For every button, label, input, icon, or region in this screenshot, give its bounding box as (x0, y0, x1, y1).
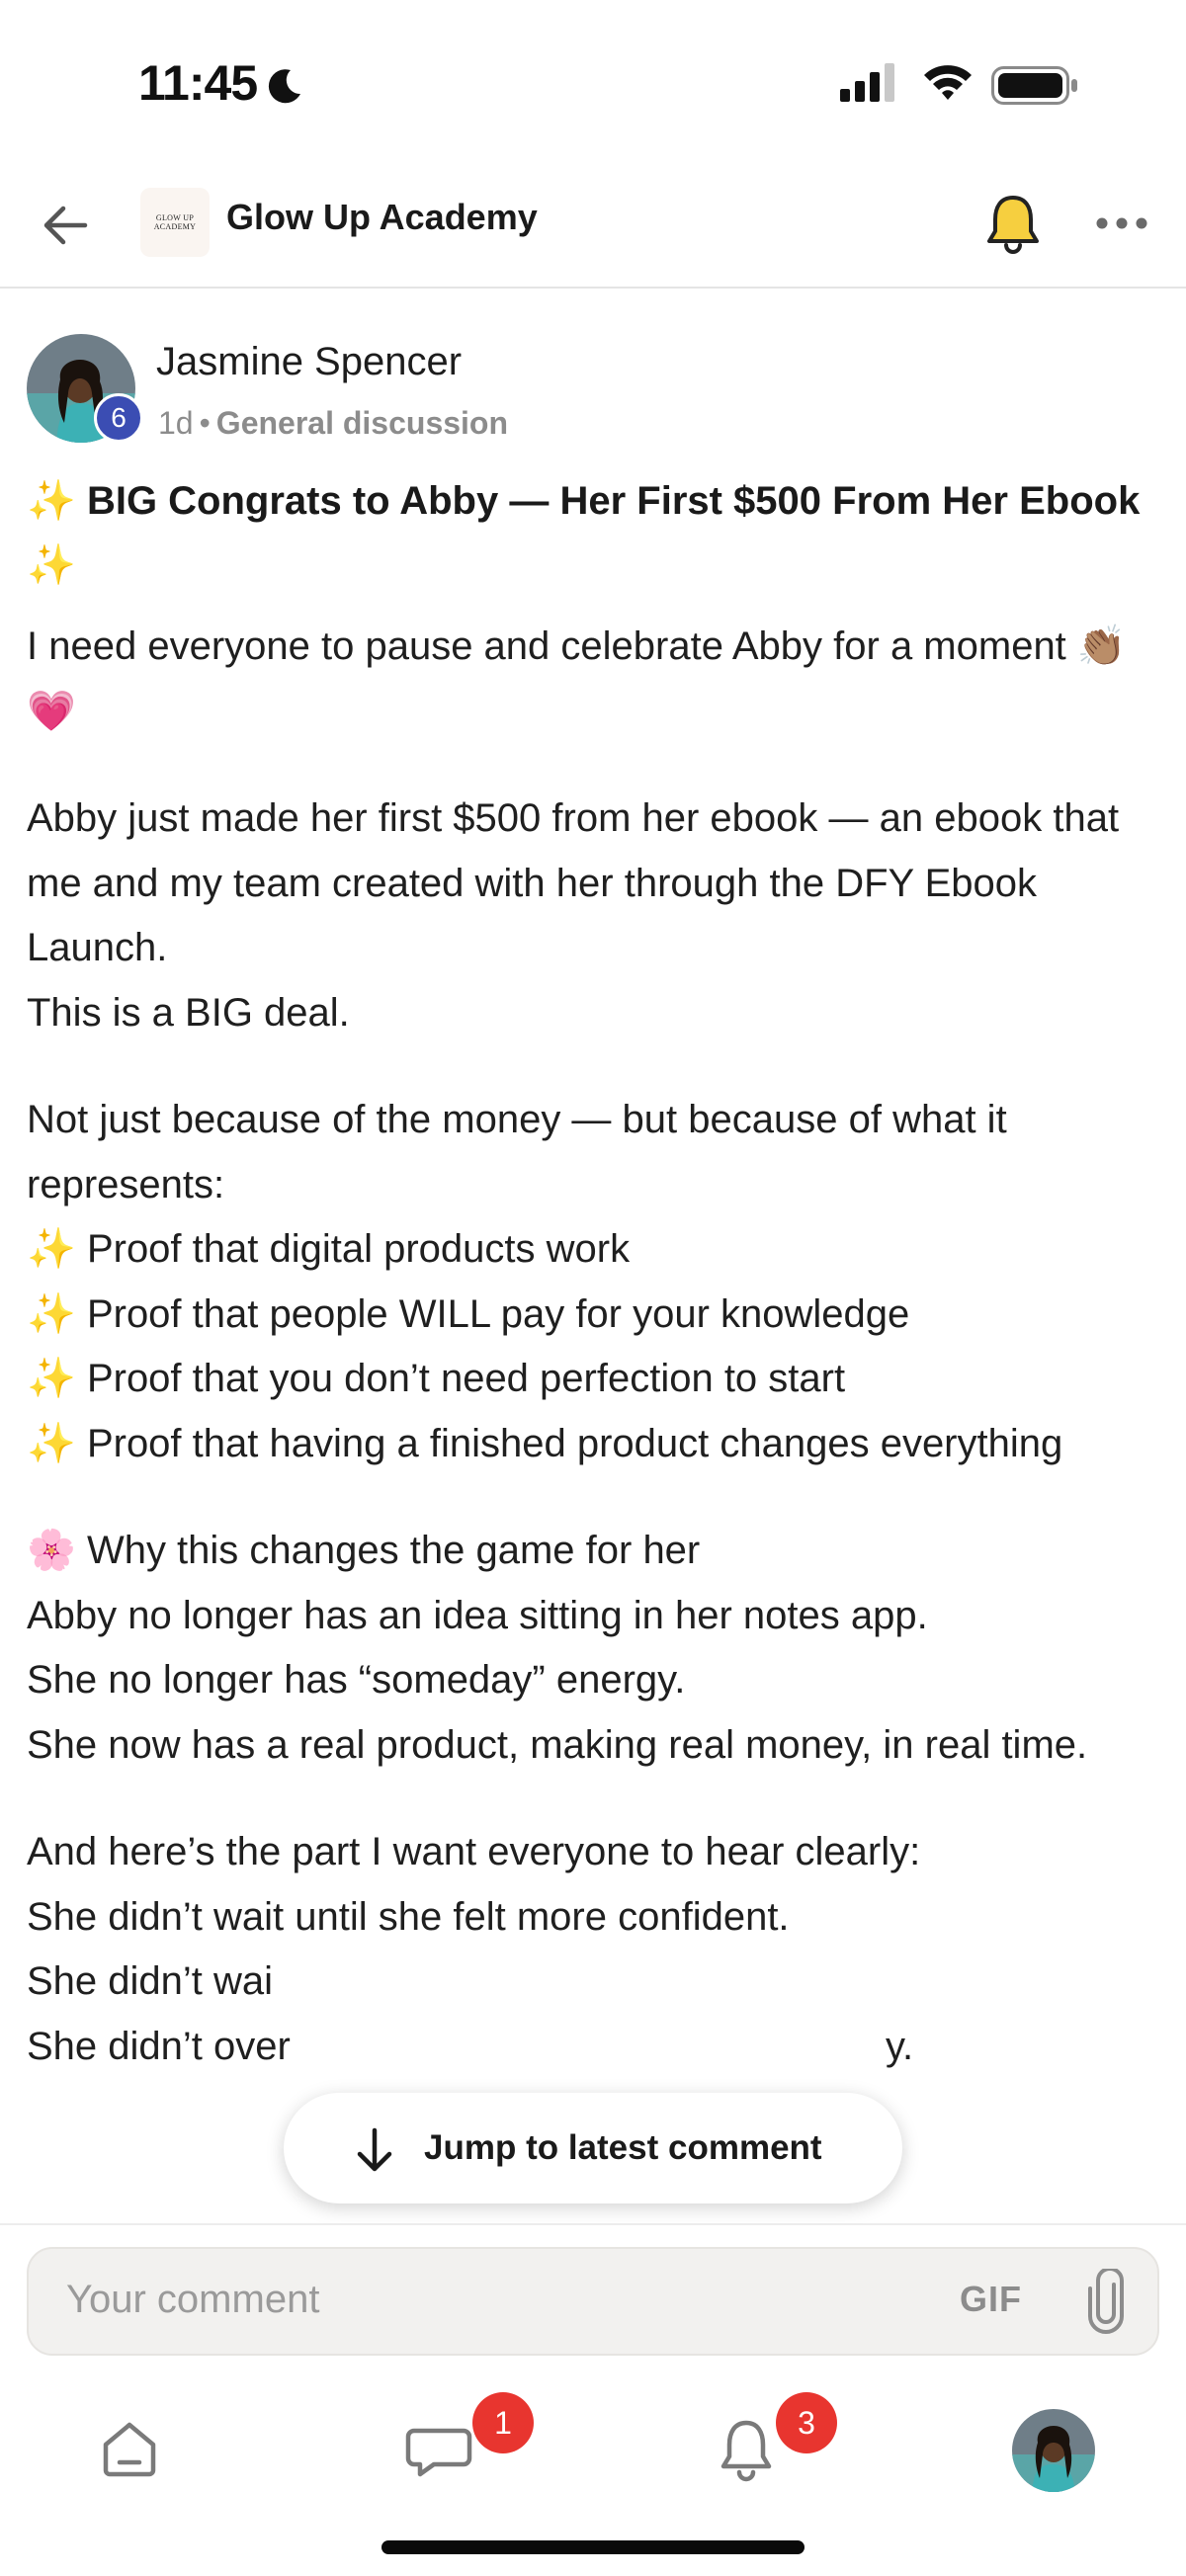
body-line: She now has a real product, making real … (27, 1722, 1088, 1767)
arrow-left-icon (43, 206, 88, 245)
tab-chat[interactable]: 1 (381, 2391, 534, 2510)
post-category[interactable]: General discussion (216, 405, 508, 441)
bell-icon (987, 196, 1039, 254)
moon-icon (268, 69, 300, 104)
proof-item: ✨ Proof that having a finished product c… (27, 1412, 1163, 1477)
why-heading-text: Why this changes the game for her (86, 1529, 701, 1572)
level-badge: 6 (94, 393, 143, 443)
body-line: Abby just made her first $500 from her e… (27, 796, 1120, 969)
body-line-trailing: y. (886, 2024, 914, 2068)
back-button[interactable] (38, 196, 97, 255)
profile-avatar (1012, 2409, 1095, 2492)
paragraph-why: 🌸 Why this changes the game for her Abby… (27, 1519, 1163, 1778)
status-bar: 11:45 (0, 0, 1186, 168)
proof-text: Proof that digital products work (86, 1227, 631, 1271)
more-options-button[interactable] (1092, 204, 1151, 243)
post-title: ✨ BIG Congrats to Abby — Her First $500 … (27, 469, 1153, 598)
comment-input[interactable] (64, 2277, 918, 2323)
sparkles-emoji: ✨ (27, 1420, 76, 1466)
body-line: Abby no longer has an idea sitting in he… (27, 1593, 928, 1637)
paragraph-clearly: And here’s the part I want everyone to h… (27, 1820, 1163, 2079)
author-name[interactable]: Jasmine Spencer (156, 340, 462, 384)
home-icon (103, 2422, 156, 2477)
paragraph-proofs: Not just because of the money — but beca… (27, 1088, 1163, 1476)
sparkles-emoji: ✨ (27, 1226, 76, 1272)
body-line-last: She didn’t over y. (27, 2015, 1163, 2080)
intro-text: I need everyone to pause and celebrate A… (27, 624, 1066, 668)
paragraph-intro: I need everyone to pause and celebrate A… (27, 615, 1163, 744)
post-title-text: BIG Congrats to Abby — Her First $500 Fr… (86, 479, 1141, 523)
sparkles-emoji: ✨ (27, 542, 76, 588)
proof-item: ✨ Proof that you don’t need perfection t… (27, 1347, 1163, 1412)
body-line: She didn’t wai (27, 1959, 274, 2003)
tab-notifications[interactable]: 3 (687, 2391, 837, 2510)
paragraph-milestone: Abby just made her first $500 from her e… (27, 787, 1163, 1045)
tab-profile[interactable] (994, 2391, 1113, 2510)
body-line: She didn’t wait until she felt more conf… (27, 1894, 790, 1939)
paperclip-icon[interactable] (1084, 2269, 1128, 2334)
post-age: 1d (158, 405, 194, 441)
proof-item: ✨ Proof that people WILL pay for your kn… (27, 1283, 1163, 1348)
post-meta: 1d • General discussion (158, 405, 508, 442)
top-app-bar: GLOW UP ACADEMY Glow Up Academy (0, 168, 1186, 289)
tab-home[interactable] (72, 2391, 191, 2510)
body-line: She didn’t over (27, 2024, 291, 2068)
more-horizontal-icon (1096, 217, 1147, 229)
group-logo-text: GLOW UP ACADEMY (153, 213, 197, 231)
sparkles-emoji: ✨ (27, 478, 76, 524)
gif-button[interactable]: GIF (960, 2279, 1022, 2320)
author-avatar[interactable]: 6 (27, 334, 143, 445)
proof-text: Proof that people WILL pay for your know… (86, 1291, 910, 1336)
comment-box[interactable]: GIF (27, 2247, 1159, 2356)
home-indicator (381, 2540, 805, 2554)
post-body: I need everyone to pause and celebrate A… (27, 615, 1163, 2121)
group-name[interactable]: Glow Up Academy (226, 197, 538, 238)
bottom-tab-bar: 1 3 (0, 2391, 1186, 2510)
meta-separator: • (199, 405, 211, 441)
sparkles-emoji: ✨ (27, 1290, 76, 1337)
battery-icon (991, 66, 1077, 105)
body-line: She no longer has “someday” energy. (27, 1658, 686, 1702)
flower-emoji: 🌸 (27, 1528, 76, 1573)
jump-to-latest-comment-button[interactable]: Jump to latest comment (284, 2093, 902, 2203)
status-time: 11:45 (138, 55, 258, 111)
why-heading: 🌸 Why this changes the game for her (27, 1519, 1163, 1584)
proof-item: ✨ Proof that digital products work (27, 1217, 1163, 1283)
group-logo[interactable]: GLOW UP ACADEMY (140, 188, 210, 257)
jump-label: Jump to latest comment (424, 2128, 822, 2167)
arrow-down-icon (357, 2127, 392, 2172)
chat-badge: 1 (472, 2392, 534, 2453)
notification-bell-button[interactable] (983, 190, 1043, 259)
wifi-icon (924, 65, 972, 100)
proof-text: Proof that you don’t need perfection to … (86, 1357, 846, 1400)
proof-text: Proof that having a finished product cha… (86, 1421, 1063, 1465)
body-line: Not just because of the money — but beca… (27, 1098, 1007, 1206)
body-line: And here’s the part I want everyone to h… (27, 1830, 921, 1873)
notifications-badge: 3 (776, 2392, 837, 2453)
cellular-signal-icon (840, 63, 894, 102)
body-line: This is a BIG deal. (27, 990, 350, 1035)
sparkles-emoji: ✨ (27, 1356, 76, 1401)
